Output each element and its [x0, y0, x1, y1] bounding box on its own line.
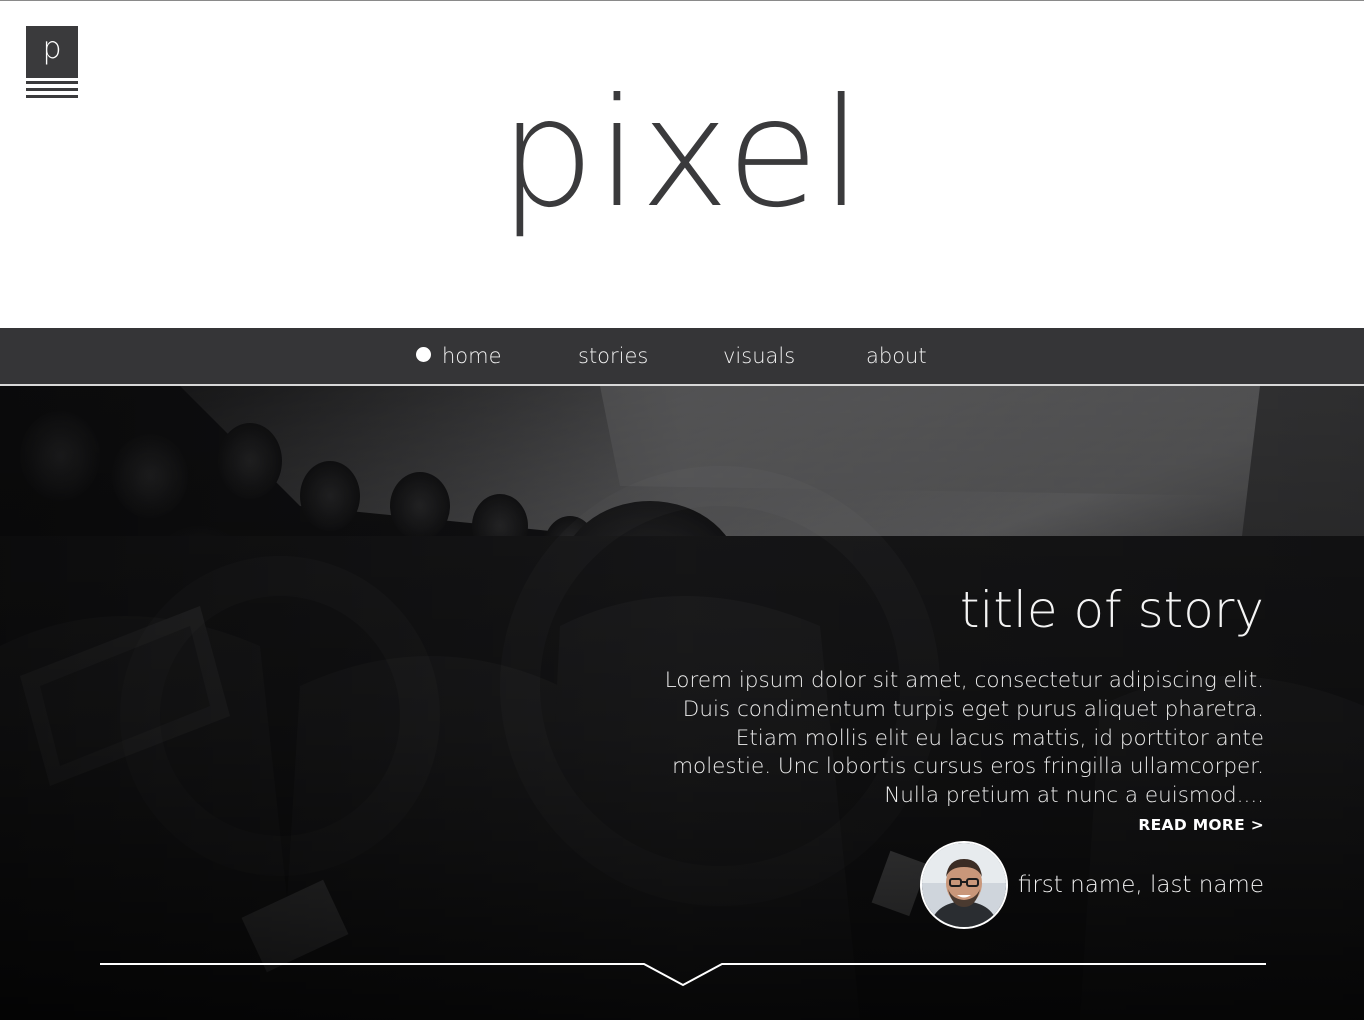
site-title: pixel: [499, 67, 865, 241]
story-author: first name, last name: [919, 840, 1264, 930]
nav-item-about[interactable]: about: [866, 328, 927, 384]
nav-item-home[interactable]: home: [416, 328, 502, 384]
avatar-photo: [921, 843, 1006, 927]
nav-item-label: about: [866, 344, 927, 368]
story-excerpt: Lorem ipsum dolor sit amet, consectetur …: [664, 668, 1264, 809]
nav-item-stories[interactable]: stories: [578, 328, 648, 384]
story-title[interactable]: title of story: [960, 582, 1264, 638]
nav-item-label: home: [442, 344, 502, 368]
hero-section: title of story Lorem ipsum dolor sit ame…: [0, 386, 1364, 1020]
nav-item-label: stories: [578, 344, 649, 368]
section-divider: [100, 963, 1266, 987]
main-nav: home stories visuals about: [0, 328, 1364, 386]
active-indicator-icon: [416, 346, 431, 362]
nav-item-label: visuals: [723, 344, 796, 368]
author-avatar[interactable]: [919, 841, 1008, 929]
read-more-link[interactable]: READ MORE >: [1138, 816, 1264, 834]
page: p pixel home stories visuals about title…: [0, 0, 1364, 1020]
author-name[interactable]: first name, last name: [1018, 872, 1264, 898]
site-header: p pixel: [0, 1, 1364, 328]
nav-item-visuals[interactable]: visuals: [723, 328, 795, 384]
